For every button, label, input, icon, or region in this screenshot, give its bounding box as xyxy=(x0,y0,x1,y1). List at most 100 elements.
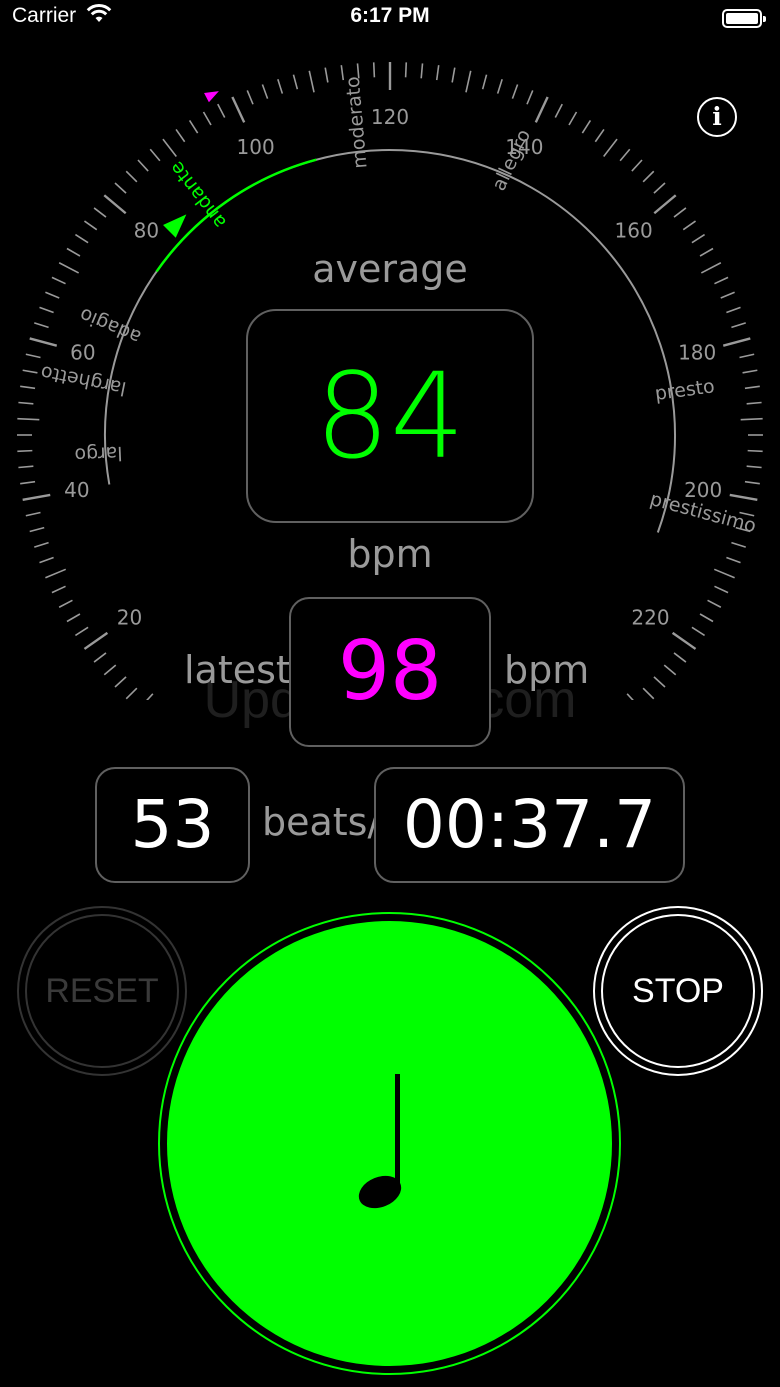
dial-tick xyxy=(308,70,315,93)
dial-tick xyxy=(722,337,751,347)
dial-tick xyxy=(58,262,80,274)
dial-tick xyxy=(39,306,54,314)
dial-tick xyxy=(699,613,714,623)
beats-separator-label: beats/ xyxy=(262,800,381,844)
dial-tick xyxy=(202,111,212,126)
dial-tick xyxy=(18,401,34,405)
average-unit-label: bpm xyxy=(347,532,433,576)
dial-tick xyxy=(83,220,98,231)
tempo-marking-moderato: moderato xyxy=(342,76,372,170)
dial-tick xyxy=(554,103,563,118)
dial-tick xyxy=(114,182,127,194)
dial-tick xyxy=(58,599,73,608)
dial-tick xyxy=(22,493,51,501)
quarter-note-icon xyxy=(358,1074,402,1209)
dial-tick xyxy=(682,220,697,231)
dial-tick xyxy=(526,90,534,105)
dial-tick xyxy=(603,138,618,158)
dial-tick xyxy=(713,568,735,579)
tempo-marking-larghetto: larghetto xyxy=(39,361,128,399)
dial-tick xyxy=(729,493,758,501)
dial-tick xyxy=(162,138,177,158)
dial-tick xyxy=(673,207,687,218)
dial-tick xyxy=(39,556,54,564)
dial-tick xyxy=(404,62,408,78)
dial-tick xyxy=(699,247,714,257)
dial-tick xyxy=(726,306,741,314)
dial-tick xyxy=(51,585,66,594)
dial-tick xyxy=(568,111,578,126)
dial-tick-label: 100 xyxy=(237,135,275,159)
dial-tick xyxy=(17,417,40,421)
dial-tick xyxy=(731,322,746,329)
dial-tick xyxy=(465,70,472,93)
dial-tick xyxy=(747,449,763,453)
dial-tick xyxy=(691,233,706,244)
dial-tick xyxy=(25,511,41,517)
dial-tick-label: 180 xyxy=(678,341,716,365)
dial-tick xyxy=(435,65,440,81)
elapsed-time: 00:37.7 xyxy=(402,786,657,863)
dial-tick xyxy=(93,652,107,663)
tap-button[interactable] xyxy=(158,912,621,1375)
dial-tick xyxy=(45,568,67,579)
stop-label: STOP xyxy=(632,972,724,1010)
tempo-marking-presto: presto xyxy=(653,375,715,405)
dial-tick xyxy=(420,63,424,79)
dial-tick xyxy=(17,449,33,453)
latest-bpm-value: 98 xyxy=(337,624,443,719)
dial-tick xyxy=(93,207,107,218)
dial-tick xyxy=(744,480,760,485)
dial-tick xyxy=(707,599,722,608)
reset-button[interactable]: RESET xyxy=(17,906,187,1076)
dial-tick xyxy=(74,626,89,637)
average-label: average xyxy=(312,247,468,291)
dial-tick-label: 40 xyxy=(64,478,89,502)
dial-tick xyxy=(746,465,762,469)
dial-tick xyxy=(534,96,549,123)
dial-tick xyxy=(188,119,199,134)
dial-tick xyxy=(74,233,89,244)
dial-tick-label: 120 xyxy=(371,105,409,129)
dial-tick xyxy=(739,353,755,359)
dial-tick-label: 60 xyxy=(70,341,95,365)
dial-tick xyxy=(22,369,38,374)
dial-tick-label: 220 xyxy=(631,605,669,629)
dial-tick xyxy=(714,585,729,594)
dial-tick xyxy=(83,631,109,650)
dial-tick xyxy=(481,74,488,90)
dial-tick xyxy=(261,84,269,99)
latest-unit-label: bpm xyxy=(504,648,590,692)
stop-button[interactable]: STOP xyxy=(593,906,763,1076)
dial-tick xyxy=(29,526,45,533)
dial-tick xyxy=(726,556,741,564)
dial-tick xyxy=(642,170,655,183)
dial-tick xyxy=(714,276,729,285)
dial-tick xyxy=(742,369,758,374)
dial-tick xyxy=(731,541,746,548)
dial-tick xyxy=(137,159,149,172)
tempo-marking-largo: largo xyxy=(74,442,123,466)
dial-tick xyxy=(29,337,58,347)
dial-tick xyxy=(25,353,41,359)
dial-tick xyxy=(740,417,763,421)
dial-tick xyxy=(51,276,66,285)
reset-label: RESET xyxy=(45,972,159,1010)
dial-tick xyxy=(20,480,36,485)
dial-tick xyxy=(34,541,49,548)
dial-tick xyxy=(673,652,687,663)
dial-tick xyxy=(66,613,81,623)
dial-tick-label: 20 xyxy=(117,605,142,629)
dial-tick xyxy=(149,148,161,162)
dial-tick xyxy=(103,194,127,215)
dial-tick xyxy=(125,170,138,183)
dial-tick xyxy=(66,247,81,257)
dial-tick xyxy=(700,262,722,274)
dial-tick xyxy=(619,148,631,162)
dial-tick xyxy=(18,465,34,469)
dial-tick xyxy=(653,182,666,194)
dial-tick xyxy=(451,67,456,83)
tempo-marking-allegro: allegro xyxy=(488,126,535,194)
beats-count: 53 xyxy=(130,786,215,863)
dial-tick xyxy=(594,128,605,143)
